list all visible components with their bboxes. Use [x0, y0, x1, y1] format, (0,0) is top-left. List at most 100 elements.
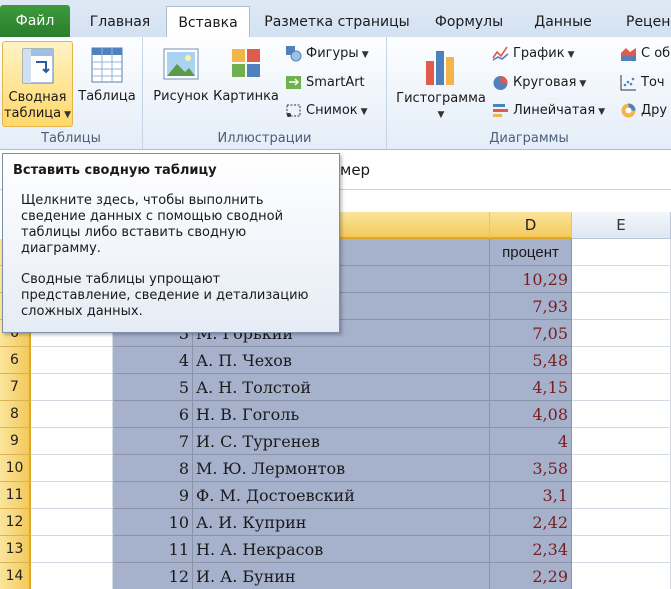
cell-e[interactable] — [572, 509, 671, 536]
cell-e[interactable] — [572, 320, 671, 347]
cell-c-name[interactable]: А. И. Куприн — [193, 509, 490, 536]
scatter-chart-button[interactable]: Точ — [620, 72, 665, 94]
pie-chart-icon — [493, 76, 508, 90]
cell-b[interactable] — [31, 536, 113, 563]
table-button[interactable]: Таблица — [76, 45, 138, 105]
cell-e[interactable] — [572, 347, 671, 374]
cell-c-num[interactable]: 5 — [113, 374, 193, 401]
row-header[interactable]: 6 — [0, 347, 31, 374]
cell-c-num[interactable]: 7 — [113, 428, 193, 455]
area-chart-button[interactable]: С об — [620, 43, 670, 65]
cell-e[interactable] — [572, 401, 671, 428]
scatter-chart-icon — [620, 75, 636, 91]
tab-file[interactable]: Файл — [0, 5, 70, 38]
cell-c-num[interactable]: 10 — [113, 509, 193, 536]
chevron-down-icon: ▼ — [64, 110, 72, 120]
cell-d-percent[interactable]: 3,58 — [490, 455, 572, 482]
cell-c-name[interactable]: А. П. Чехов — [193, 347, 490, 374]
cell-e[interactable] — [572, 455, 671, 482]
pivot-label-2: таблица ▼ — [3, 106, 72, 121]
tab-data[interactable]: Данные — [522, 6, 604, 38]
tab-formulas[interactable]: Формулы — [426, 6, 512, 38]
cell-b[interactable] — [31, 428, 113, 455]
column-chart-label: Гистограмма — [396, 91, 486, 106]
cell-d-percent[interactable]: 2,29 — [490, 563, 572, 589]
smartart-button[interactable]: SmartArt — [285, 72, 365, 94]
column-header-e[interactable]: E — [572, 212, 671, 239]
cell-d-percent[interactable]: 4,15 — [490, 374, 572, 401]
cell-b[interactable] — [31, 374, 113, 401]
cell-c-name[interactable]: Ф. М. Достоевский — [193, 482, 490, 509]
cell-e[interactable] — [572, 374, 671, 401]
tooltip-body: Щелкните здесь, чтобы выполнить сведение… — [21, 193, 284, 256]
cell-d-percent[interactable]: 2,34 — [490, 536, 572, 563]
cell-c-num[interactable]: 8 — [113, 455, 193, 482]
cell-c-name[interactable]: Н. В. Гоголь — [193, 401, 490, 428]
cell-c-num[interactable]: 12 — [113, 563, 193, 589]
shapes-button[interactable]: Фигуры ▼ — [285, 43, 369, 65]
cell-b[interactable] — [31, 563, 113, 589]
tab-page-layout[interactable]: Разметка страницы — [254, 6, 420, 38]
cell-c-name[interactable]: И. А. Бунин — [193, 563, 490, 589]
clipart-button[interactable]: Картинка — [213, 45, 279, 105]
bar-chart-button[interactable]: Линейчатая ▼ — [492, 100, 605, 122]
cell-e[interactable] — [572, 428, 671, 455]
cell-c-num[interactable]: 4 — [113, 347, 193, 374]
tab-review[interactable]: Реценз — [614, 6, 671, 38]
group-charts: Гистограмма ▼ График ▼ Круговая ▼ Линейчат… — [387, 37, 671, 149]
group-illustrations: Рисунок Картинка Фигуры ▼ SmartArt Снимок… — [143, 37, 387, 149]
tab-insert[interactable]: Вставка — [166, 6, 250, 40]
cell-c-num[interactable]: 11 — [113, 536, 193, 563]
row-header[interactable]: 11 — [0, 482, 31, 509]
cell-b[interactable] — [31, 401, 113, 428]
cell-c-name[interactable]: И. С. Тургенев — [193, 428, 490, 455]
cell-e[interactable] — [572, 482, 671, 509]
other-charts-button[interactable]: Дру — [620, 100, 667, 122]
cell-c-name[interactable]: Н. А. Некрасов — [193, 536, 490, 563]
row-header[interactable]: 10 — [0, 455, 31, 482]
row-header[interactable]: 13 — [0, 536, 31, 563]
cell-b[interactable] — [31, 482, 113, 509]
cell-c-name[interactable]: М. Ю. Лермонтов — [193, 455, 490, 482]
cell-c-name[interactable]: А. Н. Толстой — [193, 374, 490, 401]
cell-b[interactable] — [31, 455, 113, 482]
picture-button[interactable]: Рисунок — [151, 45, 211, 105]
cell-e[interactable] — [572, 239, 671, 266]
cell-b[interactable] — [31, 347, 113, 374]
row-header[interactable]: 12 — [0, 509, 31, 536]
tab-home[interactable]: Главная — [76, 6, 164, 38]
row-header[interactable]: 14 — [0, 563, 31, 589]
cell-d-percent[interactable]: 7,93 — [490, 293, 572, 320]
cell-e[interactable] — [572, 293, 671, 320]
cell-c-num[interactable]: 6 — [113, 401, 193, 428]
column-header-d[interactable]: D — [490, 212, 572, 239]
pivot-table-button[interactable]: Сводная таблица ▼ — [2, 41, 73, 127]
shapes-icon — [286, 46, 302, 62]
row-header[interactable]: 7 — [0, 374, 31, 401]
clipart-label: Картинка — [213, 89, 279, 104]
excel-window: Файл Главная Вставка Разметка страницы Ф… — [0, 0, 671, 589]
cell-d-percent[interactable]: 10,29 — [490, 266, 572, 293]
row-header[interactable]: 8 — [0, 401, 31, 428]
cell-b[interactable] — [31, 509, 113, 536]
column-chart-button[interactable]: Гистограмма ▼ — [395, 43, 487, 123]
cell-d-header[interactable]: процент — [490, 239, 572, 266]
ribbon-tabs: Файл Главная Вставка Разметка страницы Ф… — [0, 0, 671, 40]
screenshot-button[interactable]: Снимок ▼ — [285, 100, 368, 122]
cell-d-percent[interactable]: 2,42 — [490, 509, 572, 536]
cell-d-percent[interactable]: 7,05 — [490, 320, 572, 347]
pie-chart-button[interactable]: Круговая ▼ — [492, 72, 586, 94]
cell-d-percent[interactable]: 4 — [490, 428, 572, 455]
cell-d-percent[interactable]: 3,1 — [490, 482, 572, 509]
cell-d-percent[interactable]: 5,48 — [490, 347, 572, 374]
cell-e[interactable] — [572, 563, 671, 589]
bar-chart-icon — [493, 104, 508, 117]
line-chart-icon — [492, 46, 509, 61]
row-header[interactable]: 9 — [0, 428, 31, 455]
line-chart-button[interactable]: График ▼ — [492, 43, 574, 65]
cell-d-percent[interactable]: 4,08 — [490, 401, 572, 428]
cell-e[interactable] — [572, 266, 671, 293]
cell-c-num[interactable]: 9 — [113, 482, 193, 509]
ribbon-insert: Сводная таблица ▼ Таблица Таблицы Рисуно… — [0, 37, 671, 150]
cell-e[interactable] — [572, 536, 671, 563]
